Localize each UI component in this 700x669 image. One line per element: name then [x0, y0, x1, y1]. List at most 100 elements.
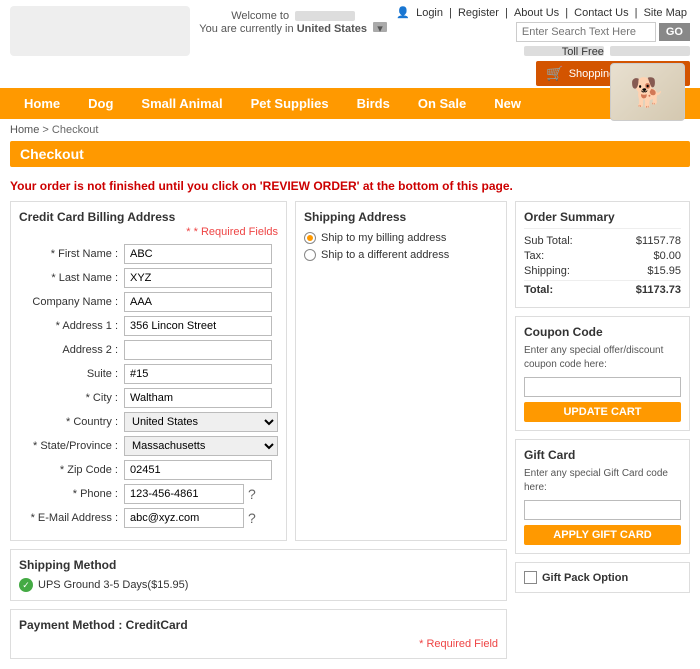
shipping-method-section: Shipping Method UPS Ground 3-5 Days($15.… — [10, 549, 507, 601]
giftcard-section: Gift Card Enter any special Gift Card co… — [515, 439, 690, 554]
search-row: GO — [516, 22, 690, 42]
country-select[interactable]: United States — [124, 412, 278, 432]
breadcrumb-current: Checkout — [52, 124, 98, 136]
nav-dog[interactable]: Dog — [74, 88, 127, 119]
giftpack-checkbox[interactable] — [524, 571, 537, 584]
email-input[interactable] — [124, 508, 244, 528]
tax-value: $0.00 — [653, 250, 681, 262]
billing-title: Credit Card Billing Address — [19, 210, 278, 224]
search-button[interactable]: GO — [659, 23, 690, 41]
coupon-title: Coupon Code — [524, 325, 681, 339]
nav-bar: Home Dog Small Animal Pet Supplies Birds… — [0, 88, 700, 119]
first-name-input[interactable] — [124, 244, 272, 264]
subtotal-label: Sub Total: — [524, 235, 573, 247]
update-cart-button[interactable]: UPDATE CART — [524, 402, 681, 422]
coupon-input[interactable] — [524, 377, 681, 397]
last-name-label: * Last Name : — [19, 272, 124, 284]
shipping-value: $15.95 — [647, 265, 681, 277]
city-input[interactable] — [124, 388, 272, 408]
subtotal-value: $1157.78 — [636, 235, 681, 247]
breadcrumb: Home > Checkout — [0, 119, 700, 141]
zip-row: * Zip Code : — [19, 460, 278, 480]
shipping-section: Shipping Address Ship to my billing addr… — [295, 201, 507, 541]
suite-label: Suite : — [19, 368, 124, 380]
shipping-method-title: Shipping Method — [19, 558, 498, 572]
nav-birds[interactable]: Birds — [343, 88, 404, 119]
top-forms: Credit Card Billing Address * * Required… — [10, 201, 507, 541]
shipping-option1-label: Ship to my billing address — [321, 232, 446, 244]
ups-check-icon — [19, 578, 33, 592]
login-icon: 👤 — [396, 7, 410, 19]
giftcard-input[interactable] — [524, 500, 681, 520]
location-text: You are currently in United States ▾ — [190, 22, 396, 35]
coupon-section: Coupon Code Enter any special offer/disc… — [515, 316, 690, 431]
shipping-title: Shipping Address — [304, 210, 498, 224]
total-label: Total: — [524, 284, 553, 296]
suite-input[interactable] — [124, 364, 272, 384]
phone-input[interactable] — [124, 484, 244, 504]
main-content: Credit Card Billing Address * * Required… — [0, 201, 700, 669]
total-row: Total: $1173.73 — [524, 280, 681, 296]
state-label: * State/Province : — [19, 440, 124, 452]
sitemap-link[interactable]: Site Map — [644, 7, 687, 19]
apply-giftcard-button[interactable]: APPLY GIFT CARD — [524, 525, 681, 545]
shipping-option2-row[interactable]: Ship to a different address — [304, 249, 498, 261]
nav-pet-supplies[interactable]: Pet Supplies — [237, 88, 343, 119]
state-row: * State/Province : Massachusetts — [19, 436, 278, 456]
payment-title: Payment Method : CreditCard — [19, 618, 498, 632]
contact-link[interactable]: Contact Us — [574, 7, 628, 19]
last-name-input[interactable] — [124, 268, 272, 288]
address2-input[interactable] — [124, 340, 272, 360]
email-help-icon[interactable]: ? — [248, 510, 256, 526]
about-link[interactable]: About Us — [514, 7, 559, 19]
city-row: * City : — [19, 388, 278, 408]
nav-home[interactable]: Home — [10, 88, 74, 119]
state-select[interactable]: Massachusetts — [124, 436, 278, 456]
company-input[interactable] — [124, 292, 272, 312]
shipping-row: Shipping: $15.95 — [524, 265, 681, 277]
payment-section: Payment Method : CreditCard * Required F… — [10, 609, 507, 659]
logo — [10, 6, 190, 56]
nav-small-animal[interactable]: Small Animal — [127, 88, 236, 119]
coupon-description: Enter any special offer/discount coupon … — [524, 344, 681, 372]
shipping-option1-radio[interactable] — [304, 232, 316, 244]
first-name-row: * First Name : — [19, 244, 278, 264]
login-link[interactable]: Login — [416, 7, 443, 19]
search-input[interactable] — [516, 22, 656, 42]
shipping-method-option: UPS Ground 3-5 Days($15.95) — [19, 578, 498, 592]
phone-help-icon[interactable]: ? — [248, 486, 256, 502]
toll-free: Toll Free — [520, 45, 690, 57]
shipping-label: Shipping: — [524, 265, 570, 277]
register-link[interactable]: Register — [458, 7, 499, 19]
first-name-label: * First Name : — [19, 248, 124, 260]
address2-label: Address 2 : — [19, 344, 124, 356]
header-links: 👤 Login | Register | About Us | Contact … — [396, 6, 690, 19]
phone-row: * Phone : ? — [19, 484, 278, 504]
giftcard-title: Gift Card — [524, 448, 681, 462]
required-note: * * Required Fields — [19, 226, 278, 238]
shipping-option2-radio[interactable] — [304, 249, 316, 261]
phone-label: * Phone : — [19, 488, 124, 500]
tax-label: Tax: — [524, 250, 544, 262]
nav-on-sale[interactable]: On Sale — [404, 88, 480, 119]
zip-label: * Zip Code : — [19, 464, 124, 476]
billing-section: Credit Card Billing Address * * Required… — [10, 201, 287, 541]
dog-image: 🐕 — [610, 63, 685, 121]
zip-input[interactable] — [124, 460, 272, 480]
breadcrumb-home[interactable]: Home — [10, 124, 39, 136]
order-summary-title: Order Summary — [524, 210, 681, 229]
country-label: * Country : — [19, 416, 124, 428]
email-row: * E-Mail Address : ? — [19, 508, 278, 528]
right-column: Order Summary Sub Total: $1157.78 Tax: $… — [515, 201, 690, 659]
cart-icon: 🛒 — [546, 65, 563, 82]
left-column: Credit Card Billing Address * * Required… — [10, 201, 507, 659]
nav-new[interactable]: New — [480, 88, 535, 119]
address1-input[interactable] — [124, 316, 272, 336]
shipping-option1-row[interactable]: Ship to my billing address — [304, 232, 498, 244]
shipping-option2-label: Ship to a different address — [321, 249, 449, 261]
subtotal-row: Sub Total: $1157.78 — [524, 235, 681, 247]
total-value: $1173.73 — [636, 284, 681, 296]
header-right: 👤 Login | Register | About Us | Contact … — [396, 6, 690, 57]
flag-icon: ▾ — [373, 22, 387, 32]
tax-row: Tax: $0.00 — [524, 250, 681, 262]
